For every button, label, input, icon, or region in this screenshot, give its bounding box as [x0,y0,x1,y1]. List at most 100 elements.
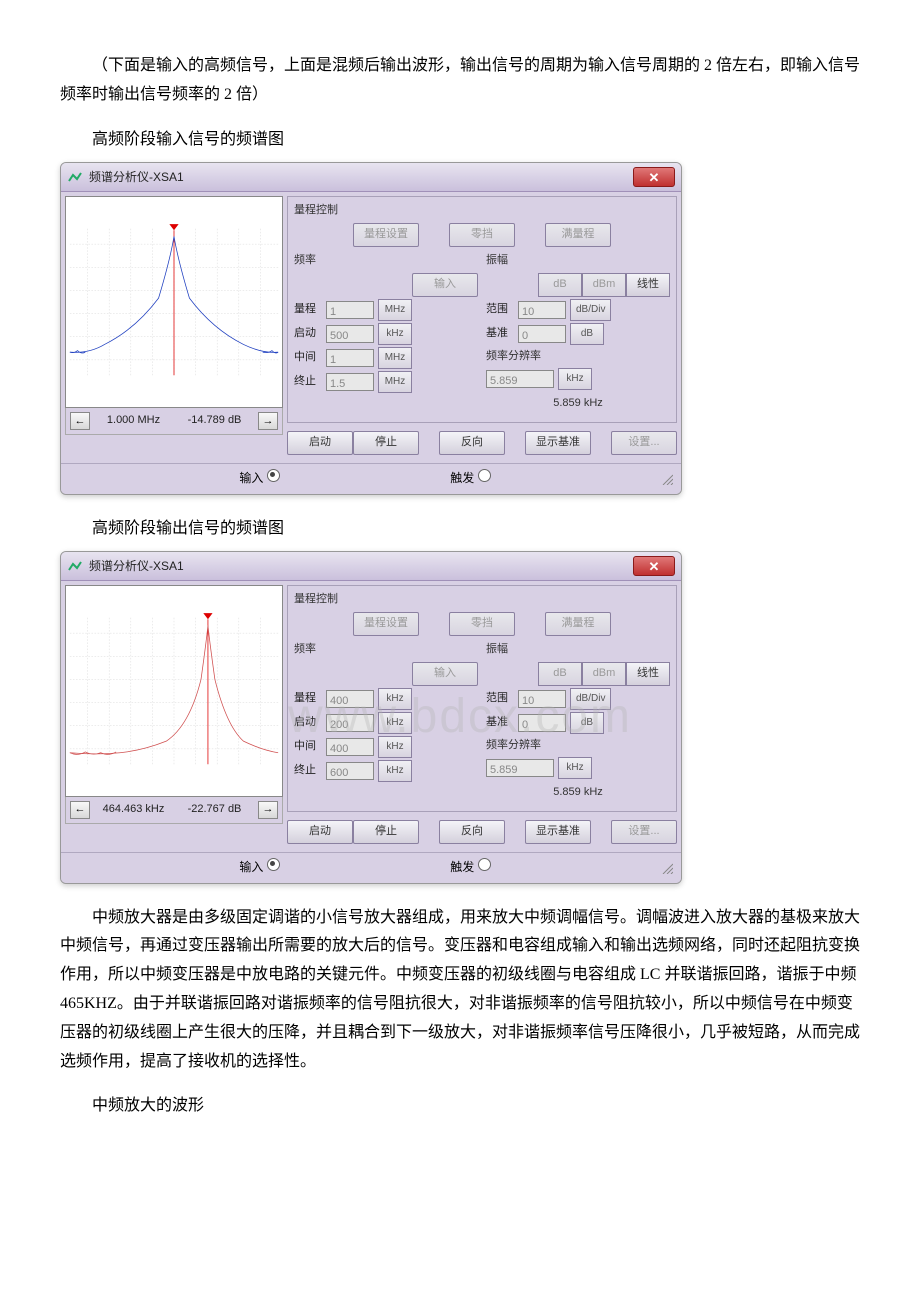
amp-label: 振幅 [486,640,670,660]
start-unit-button[interactable]: kHz [378,323,412,345]
paragraph-1: （下面是输入的高频信号，上面是混频后输出波形，输出信号的周期为输入信号周期的 2… [60,52,860,110]
start-unit-button[interactable]: kHz [378,712,412,734]
zero-button[interactable]: 零挡 [449,612,515,636]
res-display: 5.859 kHz [486,781,670,805]
center-unit-button[interactable]: kHz [378,736,412,758]
start-input[interactable]: 200 [326,714,374,732]
app-icon [67,558,83,574]
start-label: 启动 [294,713,322,733]
range-set-button[interactable]: 量程设置 [353,612,419,636]
settings-button[interactable]: 设置... [611,820,677,844]
start-sweep-button[interactable]: 启动 [287,431,353,455]
db-button[interactable]: dB [538,273,582,297]
spectrum-plot-2 [65,585,283,797]
start-input[interactable]: 500 [326,325,374,343]
center-input[interactable]: 1 [326,349,374,367]
res-unit-button[interactable]: kHz [558,368,592,390]
input-radio-group: 输入 [239,857,279,879]
reverse-button[interactable]: 反向 [439,820,505,844]
range-control-label: 量程控制 [294,201,670,221]
end-unit-button[interactable]: MHz [378,371,412,393]
ref-input[interactable]: 0 [518,325,566,343]
window-title: 频谱分析仪-XSA1 [89,167,633,189]
span-input[interactable]: 400 [326,690,374,708]
trigger-radio[interactable] [478,469,491,482]
reverse-button[interactable]: 反向 [439,431,505,455]
close-button[interactable]: ✕ [633,167,675,187]
span-unit-button[interactable]: kHz [378,688,412,710]
ref-input[interactable]: 0 [518,714,566,732]
linear-button[interactable]: 线性 [626,273,670,297]
end-input[interactable]: 1.5 [326,373,374,391]
marker-icon [169,224,178,230]
range-input[interactable]: 10 [518,690,566,708]
titlebar: 频谱分析仪-XSA1 ✕ [61,552,681,581]
prev-button[interactable]: ← [70,412,90,430]
db-button[interactable]: dB [538,662,582,686]
freq-res-label: 频率分辨率 [486,347,670,367]
caption-3: 中频放大的波形 [60,1092,860,1121]
input-radio[interactable] [267,469,280,482]
res-display: 5.859 kHz [486,392,670,416]
range-unit-button[interactable]: dB/Div [570,688,611,710]
ref-unit-button[interactable]: dB [570,712,604,734]
settings-button[interactable]: 设置... [611,431,677,455]
caption-1: 高频阶段输入信号的频谱图 [60,126,860,155]
res-input[interactable]: 5.859 [486,370,554,388]
stop-sweep-button[interactable]: 停止 [353,431,419,455]
linear-button[interactable]: 线性 [626,662,670,686]
dbm-button[interactable]: dBm [582,662,626,686]
start-sweep-button[interactable]: 启动 [287,820,353,844]
range-label: 范围 [486,300,514,320]
input-radio[interactable] [267,858,280,871]
range-set-button[interactable]: 量程设置 [353,223,419,247]
resize-grip-icon[interactable] [661,862,673,874]
end-input[interactable]: 600 [326,762,374,780]
caption-2: 高频阶段输出信号的频谱图 [60,515,860,544]
range-input[interactable]: 10 [518,301,566,319]
range-unit-button[interactable]: dB/Div [570,299,611,321]
input-button[interactable]: 输入 [412,662,478,686]
range-control-group: 量程控制 量程设置 零挡 满量程 频率 输入 量程1MHz 启动500kHz 中… [287,196,677,423]
resize-grip-icon[interactable] [661,473,673,485]
freq-readout: 464.463 kHz [96,800,171,820]
range-control-label: 量程控制 [294,590,670,610]
start-label: 启动 [294,324,322,344]
next-button[interactable]: → [258,412,278,430]
end-label: 终止 [294,761,322,781]
freq-res-label: 频率分辨率 [486,736,670,756]
center-label: 中间 [294,737,322,757]
center-input[interactable]: 400 [326,738,374,756]
input-button[interactable]: 输入 [412,273,478,297]
marker-icon [203,613,212,619]
span-input[interactable]: 1 [326,301,374,319]
end-unit-button[interactable]: kHz [378,760,412,782]
spectrum-analyzer-window-2: 频谱分析仪-XSA1 ✕ [60,551,682,883]
res-unit-button[interactable]: kHz [558,757,592,779]
span-unit-button[interactable]: MHz [378,299,412,321]
range-label: 范围 [486,689,514,709]
center-unit-button[interactable]: MHz [378,347,412,369]
next-button[interactable]: → [258,801,278,819]
prev-button[interactable]: ← [70,801,90,819]
freq-label: 频率 [294,640,478,660]
span-label: 量程 [294,689,322,709]
input-radio-group: 输入 [239,468,279,490]
show-ref-button[interactable]: 显示基准 [525,431,591,455]
ref-unit-button[interactable]: dB [570,323,604,345]
stop-sweep-button[interactable]: 停止 [353,820,419,844]
amp-label: 振幅 [486,251,670,271]
close-button[interactable]: ✕ [633,556,675,576]
end-label: 终止 [294,372,322,392]
spectrum-analyzer-window-1: 频谱分析仪-XSA1 ✕ [60,162,682,494]
res-input[interactable]: 5.859 [486,759,554,777]
full-range-button[interactable]: 满量程 [545,223,611,247]
show-ref-button[interactable]: 显示基准 [525,820,591,844]
center-label: 中间 [294,348,322,368]
trigger-radio[interactable] [478,858,491,871]
zero-button[interactable]: 零挡 [449,223,515,247]
dbm-button[interactable]: dBm [582,273,626,297]
full-range-button[interactable]: 满量程 [545,612,611,636]
app-icon [67,169,83,185]
freq-readout: 1.000 MHz [96,411,171,431]
